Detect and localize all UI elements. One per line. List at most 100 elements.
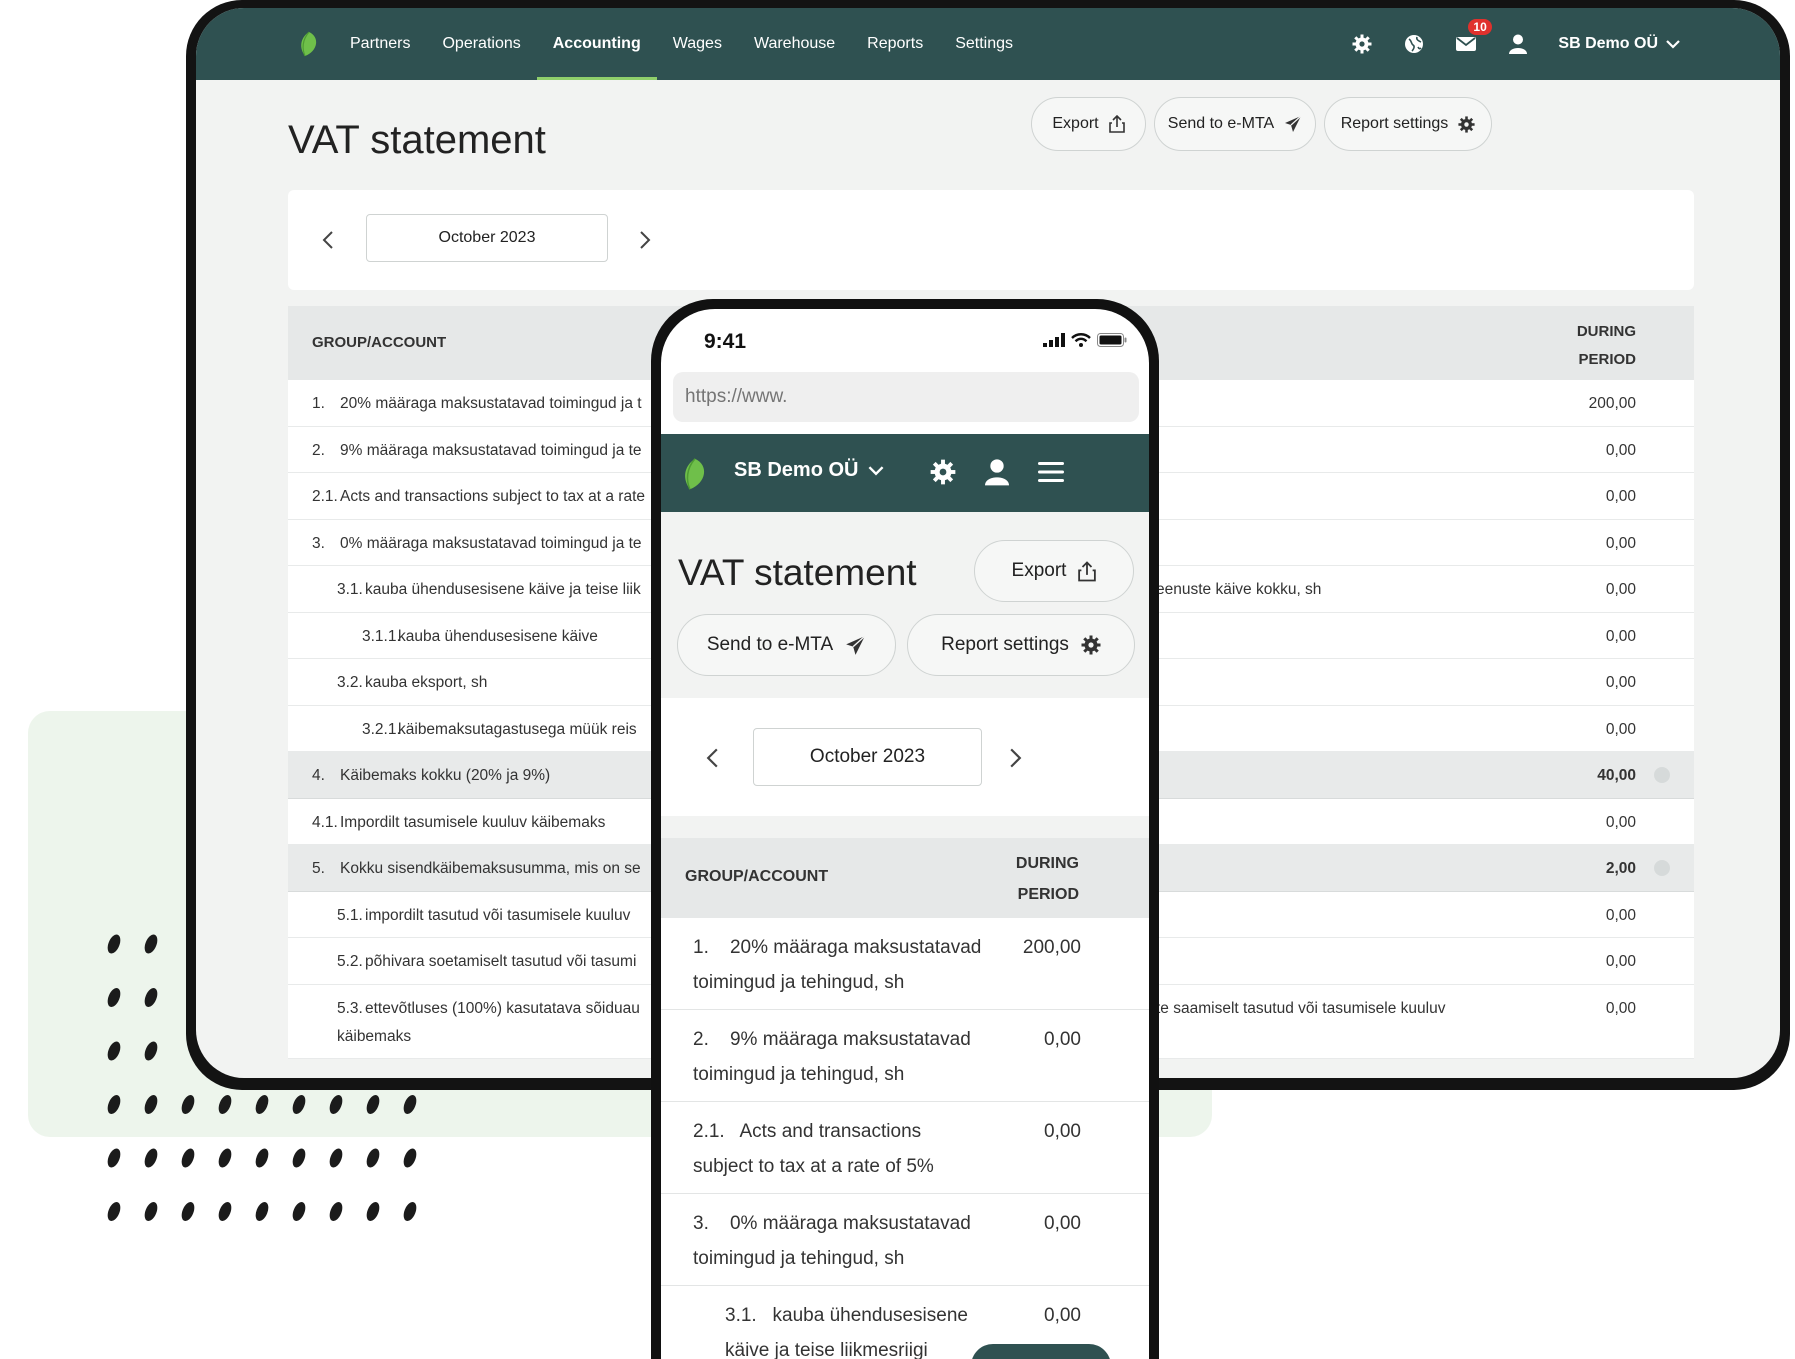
leaf-dot xyxy=(255,1202,269,1221)
leaf-dot xyxy=(181,1202,195,1221)
mobile-table-row[interactable]: 3. 0% määraga maksustatavad toimingud ja… xyxy=(661,1194,1149,1286)
user-icon[interactable] xyxy=(1492,8,1544,80)
leaf-dot xyxy=(255,1148,269,1168)
company-name: SB Demo OÜ xyxy=(1558,35,1658,52)
row-label: Käibemaks kokku (20% ja 9%) xyxy=(340,767,551,784)
nav-partners[interactable]: Partners xyxy=(334,8,426,80)
leaf-dot xyxy=(292,1202,306,1221)
column-group-account: GROUP/ACCOUNT xyxy=(312,334,447,351)
leaf-dot xyxy=(144,1202,158,1221)
mobile-table-row[interactable]: 1. 20% määraga maksustatavad toimingud j… xyxy=(661,918,1149,1010)
mobile-row-label: 2. 9% määraga maksustatavad toimingud ja… xyxy=(693,1029,977,1085)
row-number: 3.2. xyxy=(337,674,363,691)
leaf-dot xyxy=(181,1095,195,1114)
mobile-report-settings-button[interactable]: Report settings xyxy=(907,614,1135,676)
row-label: impordilt tasutud või tasumisele kuuluv xyxy=(365,906,631,924)
mobile-report-settings-label: Report settings xyxy=(941,634,1069,655)
row-number: 3. xyxy=(312,534,325,552)
leaf-dot xyxy=(218,1148,232,1168)
row-value: 0,00 xyxy=(1605,674,1636,691)
row-number: 2.1. xyxy=(312,488,338,505)
period-field[interactable]: October 2023 xyxy=(366,214,608,262)
nav-accounting[interactable]: Accounting xyxy=(536,8,657,80)
mobile-company-switcher[interactable]: SB Demo OÜ xyxy=(734,459,884,482)
mobile-row-value: 0,00 xyxy=(1044,1213,1081,1234)
row-number: 5.1. xyxy=(337,906,363,924)
mobile-top-navigation: SB Demo OÜ xyxy=(661,434,1149,512)
mobile-send-to-emta-button[interactable]: Send to e-MTA xyxy=(677,614,896,676)
row-value: 0,00 xyxy=(1605,534,1636,552)
leaf-dot xyxy=(107,934,121,954)
mobile-export-button[interactable]: Export xyxy=(974,540,1134,602)
mobile-export-label: Export xyxy=(1011,560,1067,581)
leaf-dot xyxy=(218,1202,232,1221)
row-value: 0,00 xyxy=(1605,720,1636,738)
row-number: 2. xyxy=(312,441,325,459)
previous-period-arrow-icon[interactable] xyxy=(313,225,343,255)
row-value: 0,00 xyxy=(1605,627,1636,645)
row-value: 0,00 xyxy=(1605,953,1636,970)
status-icons xyxy=(1043,333,1127,347)
row-number: 3.1. xyxy=(337,581,363,598)
next-period-arrow-icon[interactable] xyxy=(1000,743,1030,773)
hamburger-menu-icon[interactable] xyxy=(1033,454,1069,490)
leaf-dot xyxy=(403,1095,417,1114)
nav-reports[interactable]: Reports xyxy=(851,8,939,80)
signal-icon xyxy=(1043,333,1065,347)
gear-icon[interactable] xyxy=(1336,8,1388,80)
export-label: Export xyxy=(1052,115,1099,132)
floating-action-button[interactable] xyxy=(971,1344,1111,1359)
row-label: 9% määraga maksustatavad toimingud ja te xyxy=(340,441,642,459)
user-icon[interactable] xyxy=(979,454,1015,490)
mobile-column-group-account: GROUP/ACCOUNT xyxy=(685,868,829,885)
mobile-period-field[interactable]: October 2023 xyxy=(753,728,982,786)
paper-plane-icon xyxy=(1285,115,1302,132)
leaf-logo-icon[interactable] xyxy=(298,31,320,62)
row-value: 0,00 xyxy=(1605,581,1636,598)
mobile-column-during-label: DURING xyxy=(1015,855,1079,872)
mobile-table-row[interactable]: 2. 9% määraga maksustatavad toimingud ja… xyxy=(661,1010,1149,1102)
row-number: 4. xyxy=(312,767,325,784)
mobile-column-during-period: DURING PERIOD xyxy=(1016,848,1079,910)
leaf-dot xyxy=(144,988,158,1007)
leaf-dot xyxy=(292,1148,306,1168)
row-label: kauba ühendusesisene käive xyxy=(398,627,598,645)
leaf-dot xyxy=(144,1095,158,1114)
row-label: käibemaksutagastusega müük reis xyxy=(398,720,637,738)
mobile-company-name: SB Demo OÜ xyxy=(734,459,859,481)
row-value: 0,00 xyxy=(1605,999,1636,1017)
gear-icon[interactable] xyxy=(925,454,961,490)
mail-icon[interactable]: 10 xyxy=(1440,8,1492,80)
info-icon[interactable] xyxy=(1654,860,1670,876)
nav-wages[interactable]: Wages xyxy=(657,8,738,80)
mobile-row-value: 200,00 xyxy=(1022,937,1081,958)
page-title: VAT statement xyxy=(288,118,546,162)
nav-operations[interactable]: Operations xyxy=(426,8,536,80)
leaf-dot xyxy=(107,1095,121,1114)
nav-warehouse[interactable]: Warehouse xyxy=(738,8,851,80)
send-to-emta-button[interactable]: Send to e-MTA xyxy=(1154,97,1316,151)
previous-period-arrow-icon[interactable] xyxy=(697,743,727,773)
next-period-arrow-icon[interactable] xyxy=(630,225,660,255)
mobile-table-row[interactable]: 2.1. Acts and transactions subject to ta… xyxy=(661,1102,1149,1194)
chevron-down-icon xyxy=(1666,40,1680,49)
row-number: 4.1. xyxy=(312,813,338,831)
marketing-composition: Partners Operations Accounting Wages War… xyxy=(0,0,1795,1359)
nav-settings[interactable]: Settings xyxy=(939,8,1029,80)
mobile-column-period-label: PERIOD xyxy=(1017,886,1079,903)
mobile-row-label: 3.1. kauba ühendusesisene käive ja teise… xyxy=(725,1305,974,1359)
export-button[interactable]: Export xyxy=(1031,97,1146,151)
globe-icon[interactable] xyxy=(1388,8,1440,80)
row-label: kauba ühendusesisene käive ja teise liik xyxy=(365,581,641,598)
company-switcher[interactable]: SB Demo OÜ xyxy=(1558,35,1680,53)
mobile-row-value: 0,00 xyxy=(1044,1029,1081,1050)
report-settings-button[interactable]: Report settings xyxy=(1324,97,1492,151)
info-icon[interactable] xyxy=(1654,767,1670,783)
paper-plane-icon xyxy=(846,635,866,655)
leaf-logo-icon[interactable] xyxy=(681,457,709,496)
battery-icon xyxy=(1097,333,1127,347)
row-number: 3.1.1. xyxy=(362,627,401,645)
row-value: 200,00 xyxy=(1588,395,1636,412)
url-bar[interactable] xyxy=(673,372,1139,422)
mobile-page-header: VAT statement Export Send to e-MTA Repor… xyxy=(661,512,1149,698)
